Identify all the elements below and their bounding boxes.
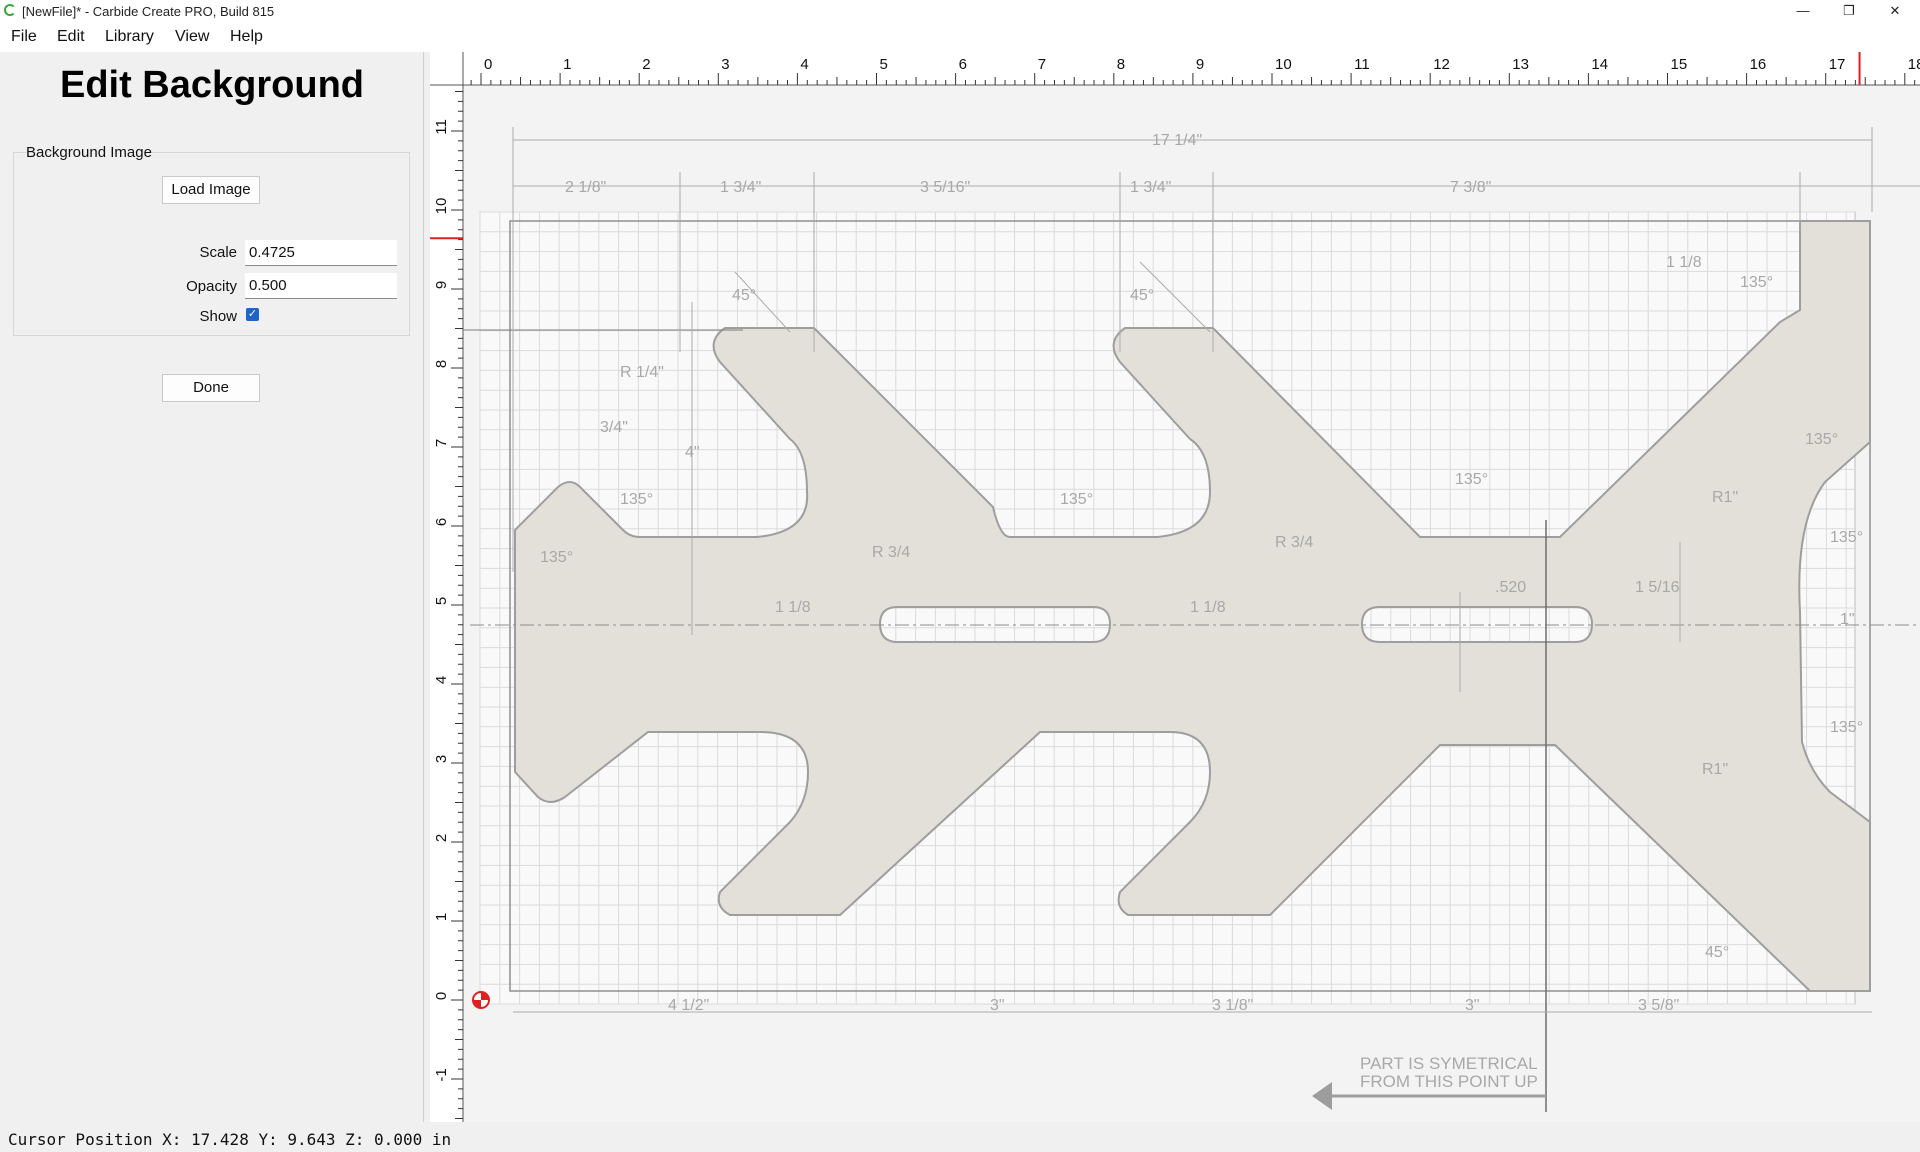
load-image-button[interactable]: Load Image: [162, 176, 260, 204]
top-ruler-label: 0: [484, 56, 492, 73]
edit-background-panel: Edit Background Background Image Load Im…: [0, 52, 424, 1122]
angle-135-a: 135°: [620, 491, 653, 508]
status-bar: Cursor Position X: 17.428 Y: 9.643 Z: 0.…: [0, 1122, 1920, 1152]
menu-edit[interactable]: Edit: [57, 28, 85, 46]
dim-a: 2 1/8": [565, 179, 606, 196]
bot-b: 3": [990, 997, 1005, 1014]
panel-title: Edit Background: [59, 64, 365, 106]
r1-b: R1": [1702, 761, 1728, 778]
origin-marker-icon: [472, 991, 490, 1009]
minimize-button[interactable]: —: [1780, 0, 1826, 24]
top-ruler-label: 1: [563, 56, 571, 73]
top-ruler-label: 15: [1671, 56, 1688, 73]
dim-r2: R 3/4: [872, 544, 910, 561]
left-ruler-label: 7: [433, 439, 450, 447]
left-ruler-label: 8: [433, 360, 450, 368]
dim-1516: 1 5/16: [1635, 579, 1680, 596]
bot-a: 4 1/2": [668, 997, 709, 1014]
show-label: Show: [199, 308, 237, 325]
dim-slot2: 1 1/8: [1190, 599, 1226, 616]
scale-label: Scale: [199, 244, 237, 261]
dim-g: 3/4": [600, 419, 628, 436]
left-ruler-label: 11: [433, 119, 450, 135]
angle-135-h: 135°: [1830, 719, 1863, 736]
restore-button[interactable]: ❐: [1826, 0, 1872, 24]
left-ruler-label: 6: [433, 518, 450, 526]
left-ruler-label: 9: [433, 281, 450, 289]
dim-slot1: 1 1/8: [775, 599, 811, 616]
menu-view[interactable]: View: [175, 28, 209, 46]
top-ruler-label: 6: [959, 56, 967, 73]
opacity-label: Opacity: [186, 278, 237, 295]
angle-135-g: 135°: [1830, 529, 1863, 546]
background-image: 17 1/4" 2 1/8" 1 3/4" 3 5/16" 1 3/4" 7 3…: [463, 127, 1920, 1112]
top-ruler-label: 12: [1433, 56, 1450, 73]
left-ruler-label: 4: [433, 676, 450, 684]
top-ruler-label: 17: [1829, 56, 1846, 73]
top-ruler-label: 4: [800, 56, 808, 73]
design-canvas[interactable]: 0123456789101112131415161718 11109876543…: [430, 52, 1920, 1122]
bot-c: 3 1/8": [1212, 997, 1253, 1014]
left-ruler-label: 10: [433, 198, 450, 215]
top-ruler-label: 2: [642, 56, 650, 73]
dim-f: 1 1/8: [1666, 254, 1702, 271]
dim-d: 1 3/4": [1130, 179, 1171, 196]
top-ruler-label: 5: [880, 56, 888, 73]
top-ruler-label: 7: [1038, 56, 1046, 73]
top-ruler-label: 3: [721, 56, 729, 73]
left-ruler-label: 2: [433, 834, 450, 842]
bot-e: 3 5/8": [1638, 997, 1679, 1014]
scale-input[interactable]: [245, 240, 397, 266]
top-ruler-label: 16: [1750, 56, 1767, 73]
top-ruler-label: 10: [1275, 56, 1292, 73]
show-checkbox[interactable]: ✓: [246, 308, 259, 321]
top-ruler-label: 9: [1196, 56, 1204, 73]
menu-file[interactable]: File: [11, 28, 37, 46]
symmetry-note-line2: FROM THIS POINT UP: [1360, 1072, 1538, 1091]
cursor-position-status: Cursor Position X: 17.428 Y: 9.643 Z: 0.…: [8, 1130, 452, 1149]
dim-520: .520: [1495, 579, 1526, 596]
menu-help[interactable]: Help: [230, 28, 263, 46]
symmetry-note-line1: PART IS SYMETRICAL: [1360, 1054, 1538, 1073]
canvas-svg[interactable]: 0123456789101112131415161718 11109876543…: [430, 52, 1920, 1122]
angle-135-c: 135°: [1455, 471, 1488, 488]
group-title: Background Image: [26, 144, 152, 161]
dim-r3: R 3/4: [1275, 534, 1313, 551]
top-ruler-label: 14: [1591, 56, 1608, 73]
r1-a: R1": [1712, 489, 1738, 506]
left-ruler-label: 5: [433, 597, 450, 605]
top-ruler[interactable]: [430, 52, 1920, 85]
done-button[interactable]: Done: [162, 374, 260, 402]
angle-135-d: 135°: [540, 549, 573, 566]
top-ruler-label: 11: [1354, 56, 1370, 73]
menu-bar: File Edit Library View Help: [0, 24, 1920, 52]
menu-library[interactable]: Library: [105, 28, 154, 46]
top-ruler-label: 13: [1512, 56, 1529, 73]
close-button[interactable]: ✕: [1872, 0, 1918, 24]
angle-135-e: 135°: [1740, 274, 1773, 291]
angle-45-c: 45°: [1705, 944, 1729, 961]
title-bar: [NewFile]* - Carbide Create PRO, Build 8…: [0, 0, 1920, 24]
dim-r: R 1/4": [620, 364, 664, 381]
dim-c: 3 5/16": [920, 179, 970, 196]
left-ruler-label: 0: [433, 992, 450, 1000]
opacity-input[interactable]: [245, 273, 397, 299]
dim-1in: 1": [1840, 611, 1855, 628]
angle-45-b: 45°: [1130, 287, 1154, 304]
top-ruler-label: 18: [1908, 56, 1920, 73]
dim-b: 1 3/4": [720, 179, 761, 196]
left-ruler-label: 3: [433, 755, 450, 763]
dim-total: 17 1/4": [1152, 132, 1202, 149]
angle-135-f: 135°: [1805, 431, 1838, 448]
carbide-logo-icon: [4, 4, 16, 16]
left-ruler-label: 1: [433, 913, 450, 921]
dim-h: 4": [685, 444, 700, 461]
window-title: [NewFile]* - Carbide Create PRO, Build 8…: [22, 4, 275, 19]
dim-e: 7 3/8": [1450, 179, 1491, 196]
angle-135-b: 135°: [1060, 491, 1093, 508]
angle-45-a: 45°: [732, 287, 756, 304]
top-ruler-label: 8: [1117, 56, 1125, 73]
left-ruler-label: -1: [433, 1068, 450, 1081]
bot-d: 3": [1465, 997, 1480, 1014]
